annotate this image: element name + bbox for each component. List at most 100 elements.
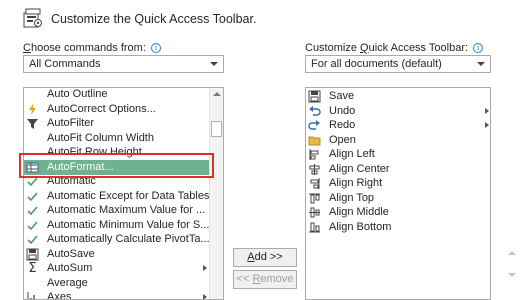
list-item-label: AutoSave [47,247,95,260]
list-item-label: Redo [329,119,356,131]
move-up-icon[interactable] [508,251,516,255]
list-item-autocorrect-options[interactable]: AutoCorrect Options... [24,102,210,117]
list-item-autofilter[interactable]: AutoFilter [24,116,210,131]
choose-commands-label: Choose commands from: i [23,42,161,54]
redo-icon [308,119,321,132]
add-button[interactable]: Add >> [233,248,297,267]
check-icon [26,190,39,203]
list-item-auto-outline[interactable]: Auto Outline [24,88,210,102]
scroll-thumb[interactable] [211,121,222,137]
toolbar-commands-list[interactable]: Save Undo Redo Open Align Left Align Center Al… [305,87,491,300]
list-item-label: Save [329,90,355,102]
list-item-label: Align Top [329,191,375,204]
list-item-label: Axes [47,291,72,300]
list-item-automatic-maximum-value-for[interactable]: Automatic Maximum Value for ... [24,203,210,218]
add-button-label: dd >> [254,251,283,263]
list-item-axes[interactable]: Axes [24,290,210,300]
list-item-label: AutoFilter [47,117,95,129]
list-item-label: Average [47,276,88,289]
list-item-label: Open [329,133,356,146]
list-item-label: Auto Outline [47,88,108,100]
blank-icon [26,88,39,101]
list-item-align-top[interactable]: Align Top [306,191,490,206]
list-item-autosum[interactable]: Σ AutoSum [24,261,210,276]
list-item-label: Align Middle [329,206,389,218]
list-item-label: Automatic Minimum Value for S... [47,218,210,231]
list-item-label: Undo [329,104,356,117]
commands-list[interactable]: Auto Outline AutoCorrect Options... AutoFi… [23,87,224,300]
align-center-icon [308,163,321,176]
save-icon [308,90,321,103]
list-item-average[interactable]: Average [24,276,210,291]
commands-list-scrollbar[interactable] [209,88,223,299]
highlight-box [19,153,214,178]
chevron-down-icon [477,62,485,66]
dialog-heading: Customize the Quick Access Toolbar. [51,12,257,26]
remove-button[interactable]: << Remove [233,270,297,289]
list-item-label: Align Center [329,162,390,175]
list-item-label: AutoSum [47,262,93,274]
blank-icon [26,277,39,290]
submenu-arrow-icon [485,122,489,128]
list-item-open[interactable]: Open [306,133,490,148]
list-item-label: Automatic Except for Data Tables [47,189,210,202]
align-top-icon [308,192,321,205]
folder-icon [308,134,321,147]
list-item-align-bottom[interactable]: Align Bottom [306,220,490,235]
choose-commands-value: All Commands [29,58,101,70]
list-item-autofit-column-width[interactable]: AutoFit Column Width [24,131,210,146]
list-item-align-left[interactable]: Align Left [306,147,490,162]
list-item-align-center[interactable]: Align Center [306,162,490,177]
info-icon[interactable]: i [473,43,484,53]
add-access-key: A [247,251,255,263]
list-item-label: Align Bottom [329,220,392,233]
submenu-arrow-icon [203,265,207,271]
filter-icon [26,117,39,130]
submenu-arrow-icon [485,107,489,114]
align-left-icon [308,148,321,161]
list-item-save[interactable]: Save [306,89,490,104]
scroll-up-icon[interactable] [213,92,221,96]
blank-icon [26,132,39,145]
list-item-undo[interactable]: Undo [306,104,490,119]
check-icon [26,204,39,217]
sigma-icon: Σ [28,261,37,276]
remove-button-label: emove [260,273,294,285]
info-icon[interactable]: i [150,43,161,53]
choose-commands-label-text: hoose commands from: [30,42,146,54]
move-down-icon[interactable] [508,273,516,277]
floppy-icon [26,248,39,261]
undo-icon [308,105,321,118]
list-item-label: AutoCorrect Options... [47,102,156,115]
check-icon [26,233,39,246]
list-item-label: AutoFit Column Width [47,131,154,144]
list-item-label: Automatically Calculate PivotTa... [47,233,210,245]
align-bottom-icon [308,221,321,234]
choose-commands-access-key: C [23,42,31,54]
customize-toolbar-access-key: Q [360,42,369,54]
list-item-label: Align Right [329,177,383,189]
list-item-automatic-except-for-data-tables[interactable]: Automatic Except for Data Tables [24,189,210,204]
customize-toolbar-label-text: uick Access Toolbar: [368,42,469,54]
submenu-arrow-icon [203,294,207,299]
remove-button-prefix: << [236,273,253,285]
list-item-align-right[interactable]: Align Right [306,176,490,191]
list-item-autosave[interactable]: AutoSave [24,247,210,262]
list-item-automatic-minimum-value-for-s[interactable]: Automatic Minimum Value for S... [24,218,210,233]
chevron-down-icon [210,62,218,66]
list-item-align-middle[interactable]: Align Middle [306,205,490,220]
list-item-label: Automatic Maximum Value for ... [47,204,206,216]
list-item-automatically-calculate-pivotta[interactable]: Automatically Calculate PivotTa... [24,232,210,247]
axes-icon [26,291,39,299]
lightning-icon [26,103,39,116]
align-middle-icon [308,206,321,219]
customize-toolbar-label-prefix: Customize [305,42,361,54]
check-icon [26,219,39,232]
choose-commands-dropdown[interactable]: All Commands [23,55,224,73]
list-item-redo[interactable]: Redo [306,118,490,133]
customize-toolbar-label: Customize Quick Access Toolbar: i [305,42,484,54]
customize-scope-dropdown[interactable]: For all documents (default) [305,55,491,73]
quick-access-toolbar-icon [22,7,44,29]
align-right-icon [308,177,321,190]
customize-scope-value: For all documents (default) [311,58,442,70]
